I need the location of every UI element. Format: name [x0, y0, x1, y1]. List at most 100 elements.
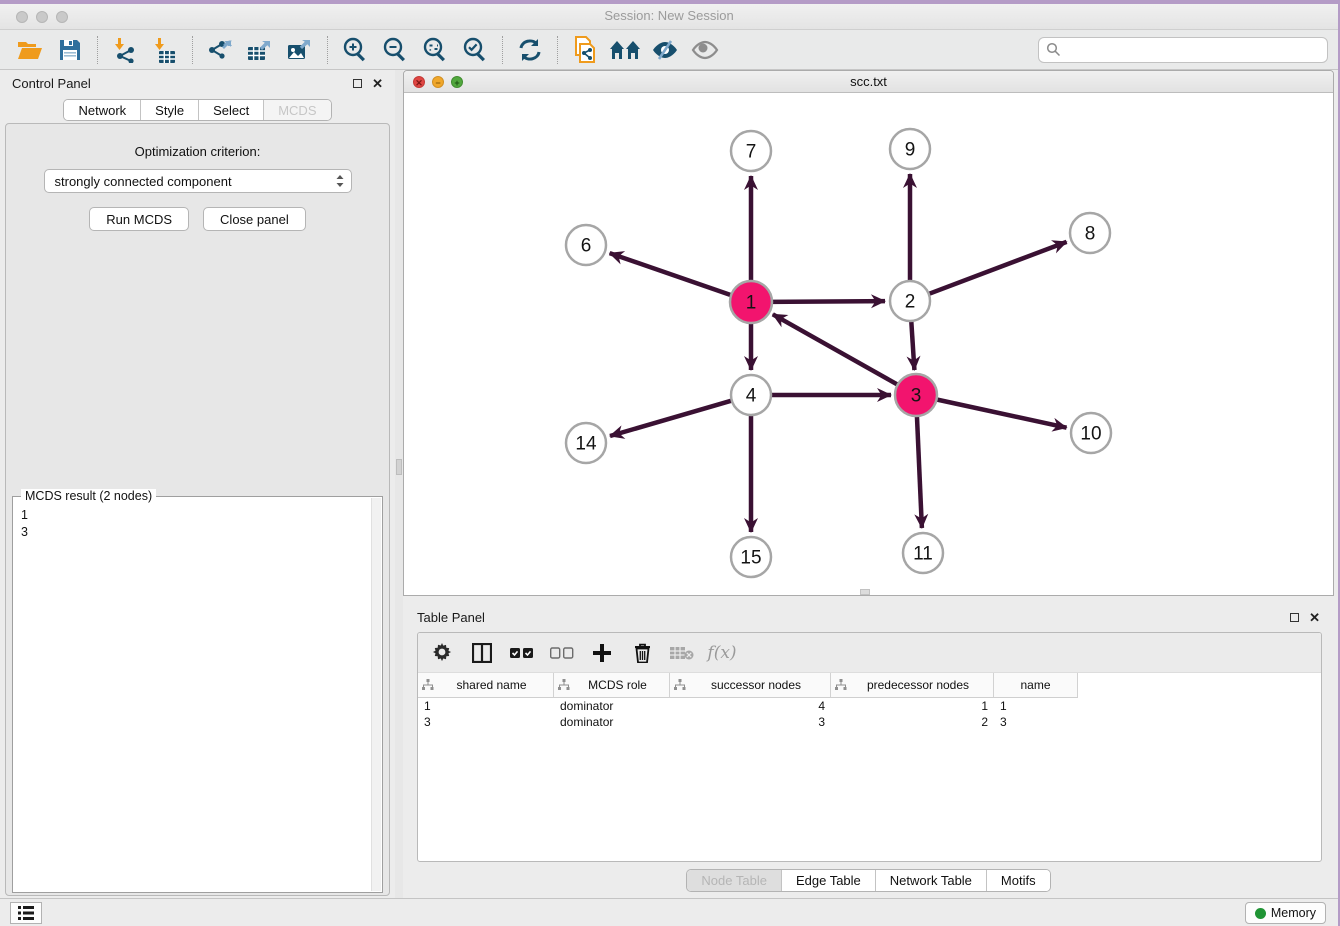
cell-predecessor-nodes[interactable]: 1 [831, 698, 994, 714]
column-header-predecessor-nodes[interactable]: predecessor nodes [831, 673, 994, 698]
graph-edge-2-8[interactable] [929, 242, 1067, 294]
cell-shared-name[interactable]: 1 [418, 698, 554, 714]
toolbar-separator [557, 36, 558, 64]
cell-successor-nodes[interactable]: 3 [670, 714, 831, 730]
select-all-icon[interactable] [510, 641, 534, 665]
cell-MCDS-role[interactable]: dominator [554, 698, 670, 714]
network-minimize-button[interactable]: − [432, 76, 444, 88]
open-session-icon[interactable] [13, 35, 47, 65]
close-panel-button[interactable]: Close panel [203, 207, 306, 231]
tab-network[interactable]: Network [64, 100, 141, 120]
add-column-icon[interactable] [590, 641, 614, 665]
graph-edge-2-3[interactable] [911, 321, 914, 370]
panel-divider[interactable] [395, 70, 403, 898]
gear-icon[interactable] [430, 641, 454, 665]
cell-name[interactable]: 1 [994, 698, 1078, 714]
tab-motifs[interactable]: Motifs [987, 870, 1050, 891]
graph-edge-4-14[interactable] [610, 401, 732, 436]
graph-edge-3-1[interactable] [773, 314, 899, 385]
table-row[interactable]: 1dominator411 [418, 698, 1321, 714]
tab-network-table[interactable]: Network Table [876, 870, 987, 891]
tab-node-table[interactable]: Node Table [687, 870, 782, 891]
cell-name[interactable]: 3 [994, 714, 1078, 730]
graph-edge-3-11[interactable] [917, 415, 922, 528]
network-maximize-button[interactable]: + [451, 76, 463, 88]
deselect-all-icon[interactable] [550, 641, 574, 665]
network-split-handle[interactable] [860, 589, 870, 595]
graph-node-label-15: 15 [740, 548, 761, 569]
tab-style[interactable]: Style [141, 100, 199, 120]
delete-column-icon[interactable] [630, 641, 654, 665]
network-close-button[interactable]: ✕ [413, 76, 425, 88]
function-builder-icon[interactable]: f(x) [710, 641, 734, 665]
close-table-panel-icon[interactable]: ✕ [1309, 611, 1320, 624]
cell-MCDS-role[interactable]: dominator [554, 714, 670, 730]
search-field[interactable] [1038, 37, 1328, 63]
graph-node-label-10: 10 [1080, 424, 1101, 445]
control-panel-tabs: NetworkStyleSelectMCDS [0, 99, 395, 123]
duplicate-network-icon[interactable] [568, 35, 602, 65]
node-table-container: f(x) shared nameMCDS rolesuccessor nodes… [417, 632, 1322, 862]
tab-mcds[interactable]: MCDS [264, 100, 330, 120]
window-titlebar: Session: New Session [0, 4, 1338, 30]
zoom-fit-icon[interactable] [418, 35, 452, 65]
graph-edge-3-10[interactable] [936, 399, 1067, 427]
criterion-select[interactable]: strongly connected component [44, 169, 352, 193]
float-panel-icon[interactable] [353, 79, 362, 88]
export-image-icon[interactable] [283, 35, 317, 65]
tab-edge-table[interactable]: Edge Table [782, 870, 876, 891]
graph-edge-1-2[interactable] [771, 301, 885, 302]
column-browser-icon[interactable] [470, 641, 494, 665]
table-row[interactable]: 3dominator323 [418, 714, 1321, 730]
table-toolbar: f(x) [418, 633, 1321, 673]
cell-successor-nodes[interactable]: 4 [670, 698, 831, 714]
network-window-titlebar: ✕ − + scc.txt [404, 71, 1333, 93]
mcds-result-title: MCDS result (2 nodes) [21, 489, 156, 503]
column-header-shared-name[interactable]: shared name [418, 673, 554, 698]
export-network-icon[interactable] [203, 35, 237, 65]
network-canvas[interactable]: 7968124314101511 [404, 93, 1333, 595]
home-icon[interactable] [608, 35, 642, 65]
toolbar-separator [192, 36, 193, 64]
result-scrollbar[interactable] [371, 498, 381, 891]
search-icon [1046, 42, 1061, 57]
mcds-result-text[interactable]: 13 [21, 507, 370, 890]
close-panel-icon[interactable]: ✕ [372, 77, 383, 90]
cell-shared-name[interactable]: 3 [418, 714, 554, 730]
main-toolbar [0, 30, 1338, 70]
save-session-icon[interactable] [53, 35, 87, 65]
float-table-panel-icon[interactable] [1290, 613, 1299, 622]
zoom-in-icon[interactable] [338, 35, 372, 65]
graph-node-label-11: 11 [913, 544, 933, 565]
table-tabs: Node TableEdge TableNetwork TableMotifs [403, 869, 1334, 892]
import-network-icon[interactable] [108, 35, 142, 65]
zoom-selected-icon[interactable] [458, 35, 492, 65]
task-history-button[interactable] [10, 902, 42, 924]
column-header-successor-nodes[interactable]: successor nodes [670, 673, 831, 698]
list-icon [18, 906, 34, 920]
run-mcds-button[interactable]: Run MCDS [89, 207, 189, 231]
graph-node-label-3: 3 [911, 386, 922, 407]
divider-grab-handle[interactable] [396, 459, 402, 475]
apply-layout-icon[interactable] [513, 35, 547, 65]
network-view-window: ✕ − + scc.txt 7968124314101511 [403, 70, 1334, 596]
toolbar-separator [97, 36, 98, 64]
app-window: Session: New Session [0, 4, 1338, 926]
export-table-icon[interactable] [243, 35, 277, 65]
column-header-name[interactable]: name [994, 673, 1078, 698]
delete-table-icon[interactable] [670, 641, 694, 665]
control-panel: Control Panel ✕ NetworkStyleSelectMCDS O… [0, 70, 395, 898]
toolbar-separator [502, 36, 503, 64]
search-input[interactable] [1061, 43, 1320, 57]
window-title: Session: New Session [0, 8, 1338, 23]
column-header-MCDS-role[interactable]: MCDS role [554, 673, 670, 698]
zoom-out-icon[interactable] [378, 35, 412, 65]
import-table-icon[interactable] [148, 35, 182, 65]
hide-eye-icon[interactable] [648, 35, 682, 65]
eye-icon[interactable] [688, 35, 722, 65]
tab-select[interactable]: Select [199, 100, 264, 120]
graph-edge-1-6[interactable] [610, 253, 732, 295]
memory-button[interactable]: Memory [1245, 902, 1326, 924]
graph-node-label-6: 6 [581, 236, 592, 257]
cell-predecessor-nodes[interactable]: 2 [831, 714, 994, 730]
